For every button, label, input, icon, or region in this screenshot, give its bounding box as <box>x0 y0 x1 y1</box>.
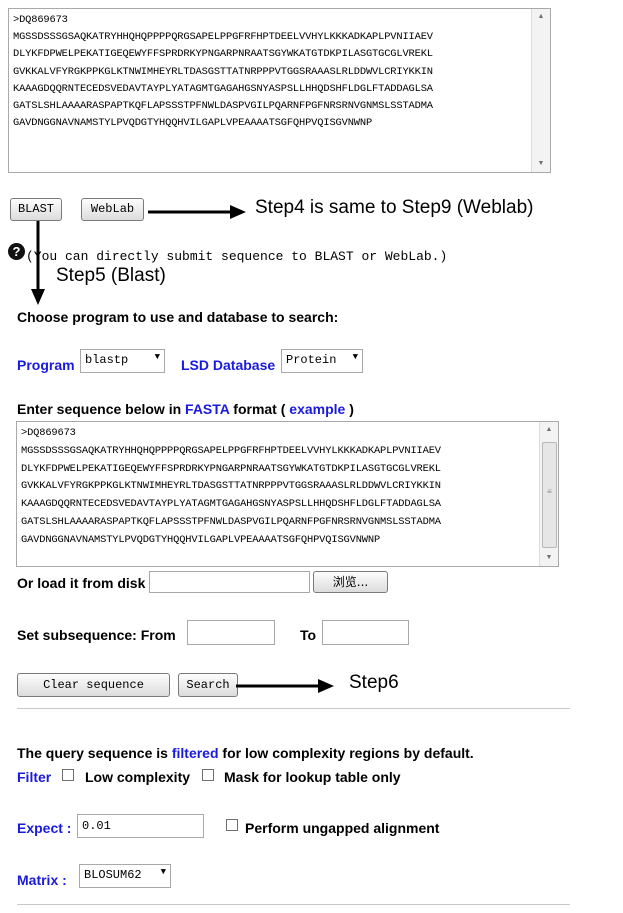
subsequence-from-label: Set subsequence: From <box>17 627 176 643</box>
program-label: Program <box>17 357 75 373</box>
ungapped-checkbox[interactable] <box>226 819 238 831</box>
matrix-select-value: BLOSUM62 <box>84 868 142 882</box>
sequence-scrollbar[interactable]: ▲ ≡ ▼ <box>539 422 558 566</box>
chevron-down-icon: ▼ <box>154 352 160 362</box>
choose-program-label: Choose program to use and database to se… <box>17 309 339 325</box>
program-select[interactable]: blastp ▼ <box>80 349 165 373</box>
chevron-down-icon: ▼ <box>160 867 166 877</box>
help-icon[interactable]: ? <box>8 243 25 260</box>
database-label: LSD Database <box>181 357 276 373</box>
ungapped-label: Perform ungapped alignment <box>245 820 440 836</box>
search-button-label: Search <box>186 678 230 692</box>
program-select-value: blastp <box>85 353 129 367</box>
file-path-input[interactable] <box>149 571 310 593</box>
fasta-link[interactable]: FASTA <box>185 401 229 417</box>
step4-arrow-icon <box>148 205 246 219</box>
chevron-down-icon: ▼ <box>352 352 358 362</box>
load-from-disk-label: Or load it from disk <box>17 575 146 591</box>
browse-button[interactable]: 浏览... <box>313 571 388 593</box>
clear-sequence-button-label: Clear sequence <box>43 678 144 692</box>
database-select-value: Protein <box>286 353 337 367</box>
database-select[interactable]: Protein ▼ <box>281 349 363 373</box>
scrollbar-thumb[interactable]: ≡ <box>542 442 557 548</box>
scroll-up-arrow-icon[interactable]: ▲ <box>532 9 550 25</box>
blast-button[interactable]: BLAST <box>10 198 62 221</box>
weblab-button[interactable]: WebLab <box>81 198 144 221</box>
step5-arrow-icon <box>31 221 45 305</box>
step5-annotation: Step5 (Blast) <box>56 265 166 286</box>
step6-annotation: Step6 <box>349 672 399 693</box>
scroll-down-arrow-icon[interactable]: ▼ <box>540 550 558 566</box>
matrix-label: Matrix : <box>17 872 67 888</box>
step6-arrow-icon <box>236 679 334 693</box>
matrix-select[interactable]: BLOSUM62 ▼ <box>79 864 171 888</box>
subsequence-from-input[interactable] <box>187 620 275 645</box>
filter-label: Filter <box>17 769 52 785</box>
example-link[interactable]: example <box>289 401 345 417</box>
close-paren: ) <box>345 401 354 417</box>
search-button[interactable]: Search <box>178 673 238 697</box>
step4-annotation: Step4 is same to Step9 (Weblab) <box>255 197 534 218</box>
mask-lookup-label: Mask for lookup table only <box>224 769 401 785</box>
scroll-up-arrow-icon[interactable]: ▲ <box>540 422 558 438</box>
scroll-down-arrow-icon[interactable]: ▼ <box>532 156 550 172</box>
low-complexity-label: Low complexity <box>85 769 191 785</box>
query-suffix: for low complexity regions by default. <box>218 745 474 761</box>
enter-sequence-label: Enter sequence below in FASTA format ( e… <box>17 401 354 417</box>
query-filtered-note: The query sequence is filtered for low c… <box>17 745 474 761</box>
filtered-link[interactable]: filtered <box>172 745 219 761</box>
subsequence-to-label: To <box>300 627 317 643</box>
bottom-divider <box>17 904 570 905</box>
subsequence-to-input[interactable] <box>322 620 409 645</box>
low-complexity-checkbox[interactable] <box>62 769 74 781</box>
sequence-text: >DQ869673 MGSSDSSSGSAQKATRYHHQHQPPPPQRGS… <box>21 427 441 546</box>
top-sequence-textarea[interactable]: >DQ869673 MGSSDSSSGSAQKATRYHHQHQPPPPQRGS… <box>8 8 551 173</box>
section-divider <box>17 708 570 709</box>
blast-button-label: BLAST <box>17 202 54 216</box>
enter-prefix: Enter sequence below in <box>17 401 186 417</box>
mask-lookup-checkbox[interactable] <box>202 769 214 781</box>
query-prefix: The query sequence is <box>17 745 172 761</box>
expect-value: 0.01 <box>82 819 111 833</box>
expect-input[interactable]: 0.01 <box>77 814 204 838</box>
expect-label: Expect : <box>17 820 72 836</box>
top-sequence-text: >DQ869673 MGSSDSSSGSAQKATRYHHQHQPPPPQRGS… <box>13 14 433 130</box>
clear-sequence-button[interactable]: Clear sequence <box>17 673 170 697</box>
format-word: format ( <box>229 401 290 417</box>
weblab-button-label: WebLab <box>90 202 135 216</box>
browse-button-label: 浏览... <box>332 575 369 589</box>
top-sequence-scrollbar[interactable]: ▲ ▼ <box>531 9 550 172</box>
help-text: (You can directly submit sequence to BLA… <box>26 249 448 264</box>
sequence-textarea[interactable]: >DQ869673 MGSSDSSSGSAQKATRYHHQHQPPPPQRGS… <box>16 421 559 567</box>
